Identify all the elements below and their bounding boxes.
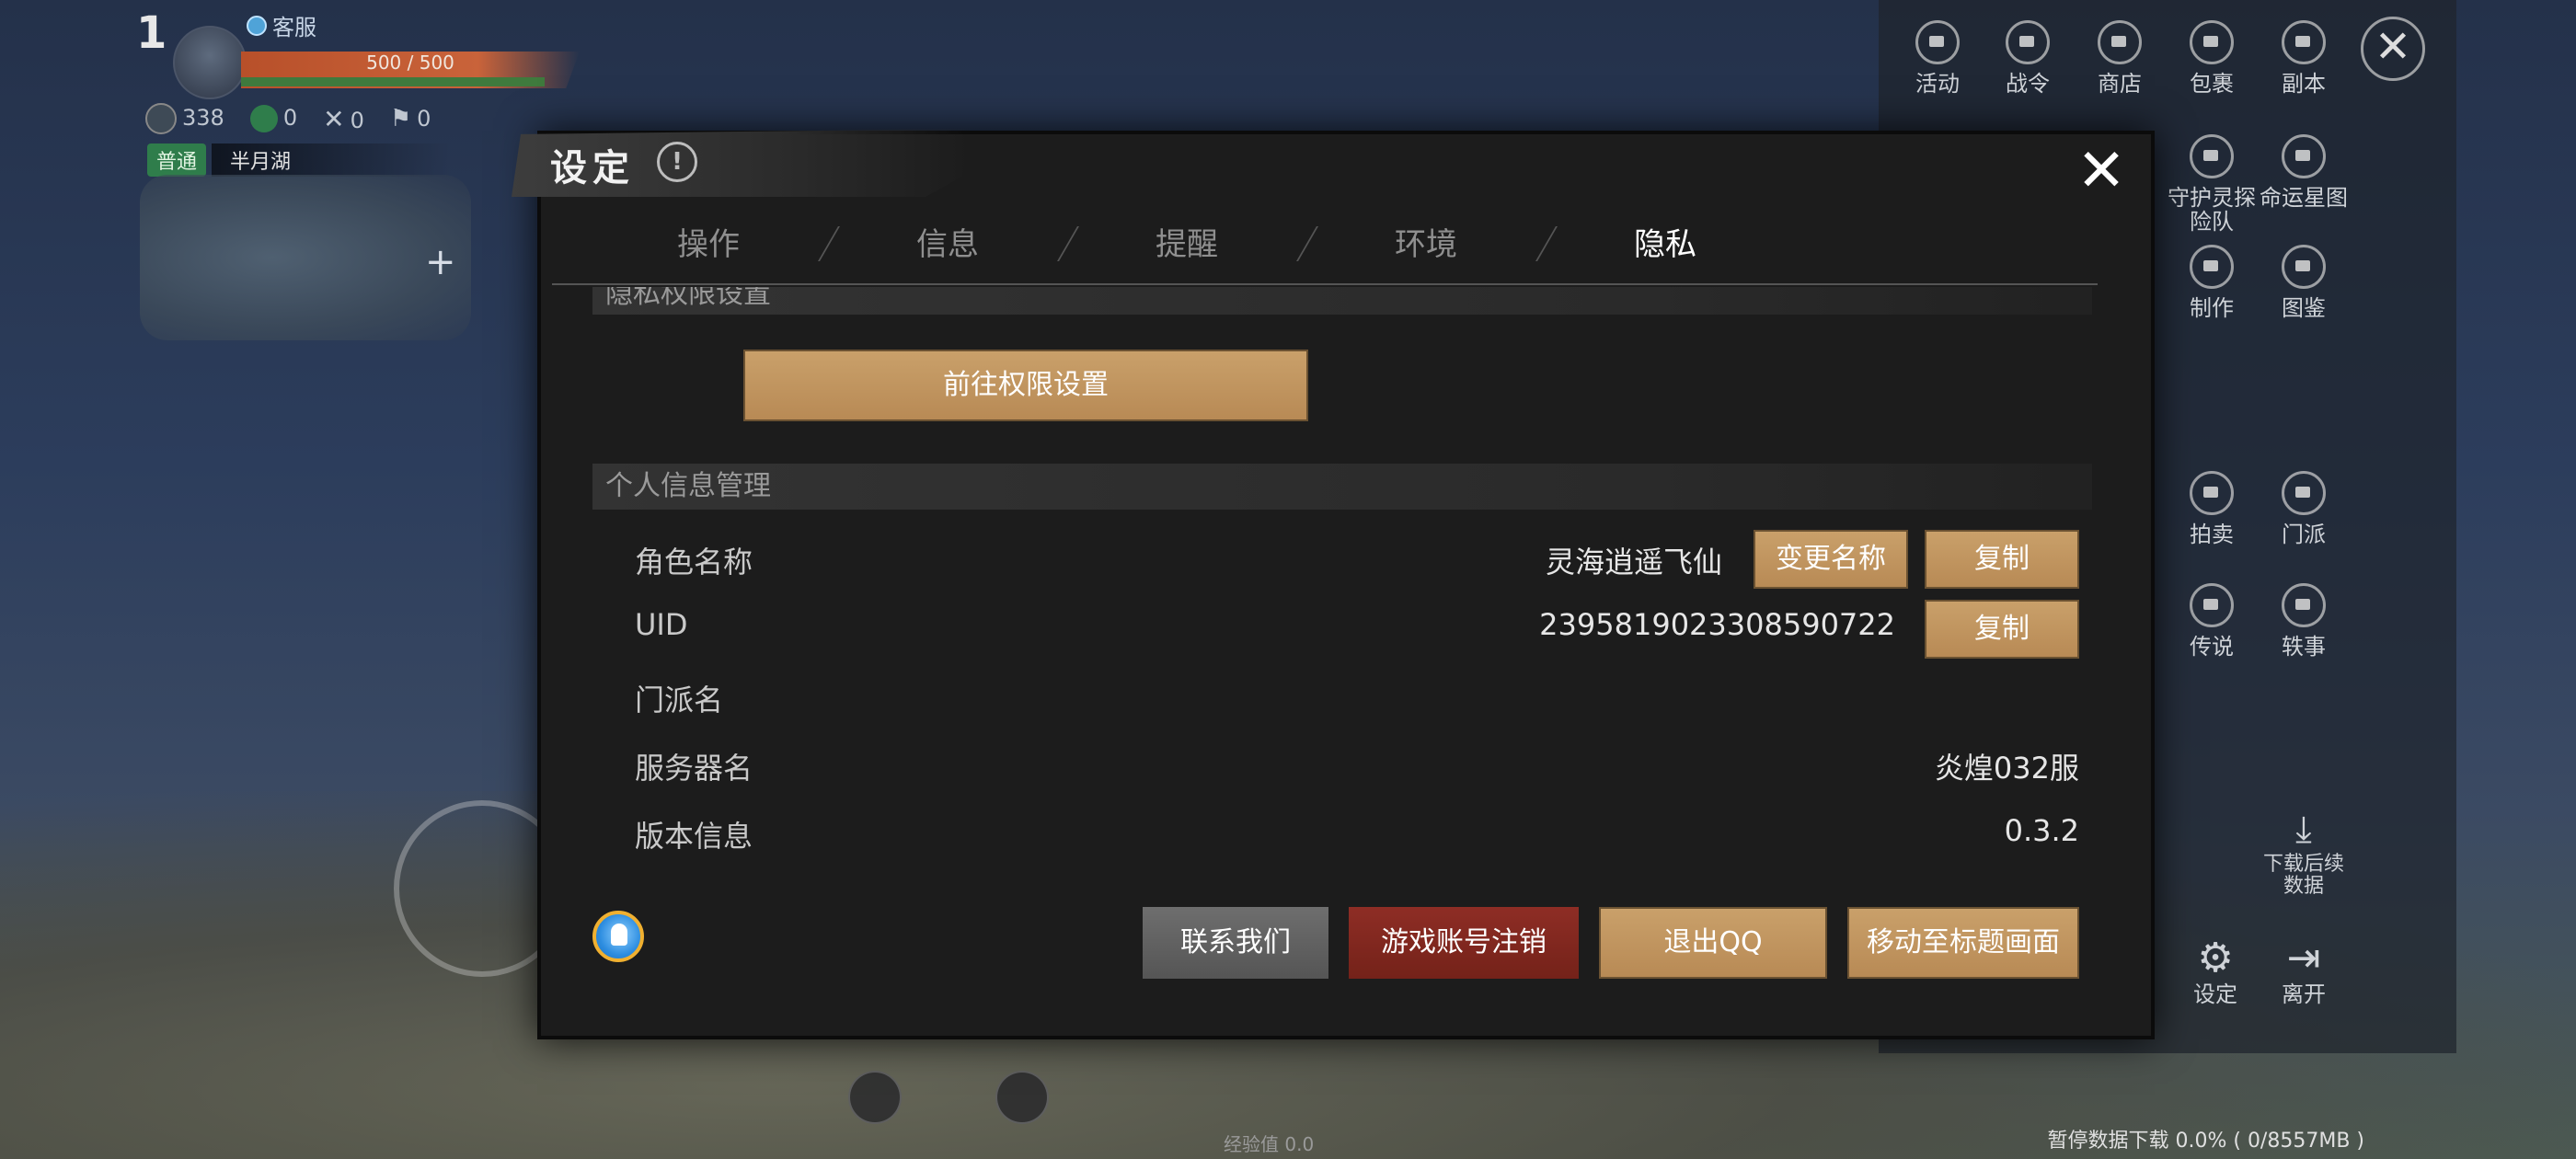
player-avatar[interactable] <box>173 26 247 99</box>
crossed-swords-icon: ✕ <box>323 103 345 134</box>
lock-icon <box>2098 20 2142 64</box>
hp-text: 500 / 500 <box>366 52 454 74</box>
server-label: 服务器名 <box>635 751 753 786</box>
privacy-section-title: 隐私权限设置 <box>605 287 771 310</box>
menu-item-anecdote[interactable]: 轶事 <box>2258 583 2350 659</box>
menu-item-auction[interactable]: 拍卖 <box>2166 471 2258 546</box>
menu-item-sect[interactable]: 门派 <box>2258 471 2350 546</box>
chat-icon[interactable] <box>995 1071 1049 1124</box>
lock-icon <box>2190 134 2234 178</box>
lock-icon <box>1915 20 1960 64</box>
exit-icon: ⇥ <box>2286 935 2321 981</box>
privacy-section-header: 隐私权限设置 <box>592 287 2092 315</box>
tab-divider <box>1057 226 1079 261</box>
flag-icon: ⚑ <box>389 105 412 132</box>
character-name-value: 灵海逍遥飞仙 <box>1545 545 1722 580</box>
tab-privacy[interactable]: 隐私 <box>1573 217 1757 272</box>
delete-account-button[interactable]: 游戏账号注销 <box>1349 907 1579 979</box>
player-level: 1 <box>136 7 167 59</box>
leaf-icon <box>249 105 278 132</box>
tab-controls[interactable]: 操作 <box>616 217 800 272</box>
lock-icon <box>2282 20 2326 64</box>
character-name-label: 角色名称 <box>635 545 753 580</box>
lock-icon <box>2282 134 2326 178</box>
uid-value: 2395819023308590722 <box>1539 607 1895 642</box>
version-value: 0.3.2 <box>2004 813 2079 848</box>
contact-us-button[interactable]: 联系我们 <box>1143 907 1328 979</box>
version-label: 版本信息 <box>635 819 753 854</box>
green-stat: 0 <box>249 105 297 132</box>
qq-icon <box>592 911 644 962</box>
lock-icon <box>2190 245 2234 289</box>
menu-item-legend[interactable]: 传说 <box>2166 583 2258 659</box>
gear-icon: ⚙ <box>2197 935 2234 981</box>
menu-item-activity[interactable]: 活动 <box>1892 20 1984 96</box>
tab-reminder[interactable]: 提醒 <box>1095 217 1279 272</box>
service-icon <box>247 15 267 36</box>
customer-service-link[interactable]: 客服 <box>247 9 316 41</box>
rename-button[interactable]: 变更名称 <box>1754 530 1908 589</box>
tab-divider <box>818 226 840 261</box>
server-value: 炎煌032服 <box>1934 751 2079 786</box>
cross-stat: ✕ 0 <box>323 103 364 134</box>
lock-icon <box>2190 471 2234 515</box>
tab-divider <box>1296 226 1318 261</box>
permission-settings-button[interactable]: 前往权限设置 <box>743 350 1308 421</box>
power-stat: 338 <box>145 103 224 134</box>
menu-item-download[interactable]: ⤓ 下载后续数据 <box>2258 809 2350 898</box>
minimap-expand-icon[interactable]: + <box>425 241 456 283</box>
menu-item-star-chart[interactable]: 命运星图 <box>2258 134 2350 210</box>
modal-title: 设定 <box>550 146 635 189</box>
lock-icon <box>2190 20 2234 64</box>
download-status: 暂停数据下载 0.0% ( 0/8557MB ) <box>2047 1130 2364 1153</box>
power-icon <box>145 103 177 134</box>
info-icon[interactable]: ! <box>657 142 697 182</box>
uid-label: UID <box>635 607 688 642</box>
mode-tag: 普通 <box>147 143 207 177</box>
service-label: 客服 <box>272 15 316 40</box>
return-to-title-button[interactable]: 移动至标题画面 <box>1847 907 2079 979</box>
personal-info-section-header: 个人信息管理 <box>592 464 2092 510</box>
menu-item-shop[interactable]: 商店 <box>2074 20 2166 96</box>
menu-item-codex[interactable]: 图鉴 <box>2258 245 2350 320</box>
mp-bar <box>241 77 545 86</box>
lock-icon <box>2282 245 2326 289</box>
menu-item-battle-pass[interactable]: 战令 <box>1982 20 2074 96</box>
modal-close-button[interactable]: ✕ <box>2074 142 2129 201</box>
minimap[interactable] <box>140 175 471 340</box>
tab-divider <box>1535 226 1558 261</box>
logout-qq-button[interactable]: 退出QQ <box>1599 907 1827 979</box>
sect-label: 门派名 <box>635 683 724 717</box>
menu-item-dungeon[interactable]: 副本 <box>2258 20 2350 96</box>
menu-item-guardian[interactable]: 守护灵探险队 <box>2166 134 2258 235</box>
lock-icon <box>2282 471 2326 515</box>
menu-item-bag[interactable]: 包裹 <box>2166 20 2258 96</box>
download-icon: ⤓ <box>2295 809 2312 851</box>
copy-uid-button[interactable]: 复制 <box>1925 600 2079 659</box>
lock-icon <box>2006 20 2050 64</box>
copy-name-button[interactable]: 复制 <box>1925 530 2079 589</box>
tab-environment[interactable]: 环境 <box>1334 217 1518 272</box>
personal-info-section-title: 个人信息管理 <box>605 470 771 502</box>
settings-tabs: 操作 信息 提醒 环境 隐私 <box>552 217 2098 285</box>
lock-icon <box>2282 583 2326 627</box>
menu-close-icon[interactable]: ✕ <box>2361 17 2425 81</box>
emote-icon[interactable] <box>848 1071 902 1124</box>
exp-text: 经验值 0.0 <box>1224 1133 1315 1155</box>
tab-info[interactable]: 信息 <box>856 217 1040 272</box>
lock-icon <box>2190 583 2234 627</box>
location-name: 半月湖 <box>212 143 451 177</box>
player-stats: 338 0 ✕ 0 ⚑ 0 <box>145 103 431 134</box>
menu-item-exit[interactable]: ⇥ 离开 <box>2258 935 2350 1007</box>
flag-stat: ⚑ 0 <box>389 105 431 132</box>
menu-item-craft[interactable]: 制作 <box>2166 245 2258 320</box>
menu-item-settings[interactable]: ⚙ 设定 <box>2169 935 2261 1007</box>
